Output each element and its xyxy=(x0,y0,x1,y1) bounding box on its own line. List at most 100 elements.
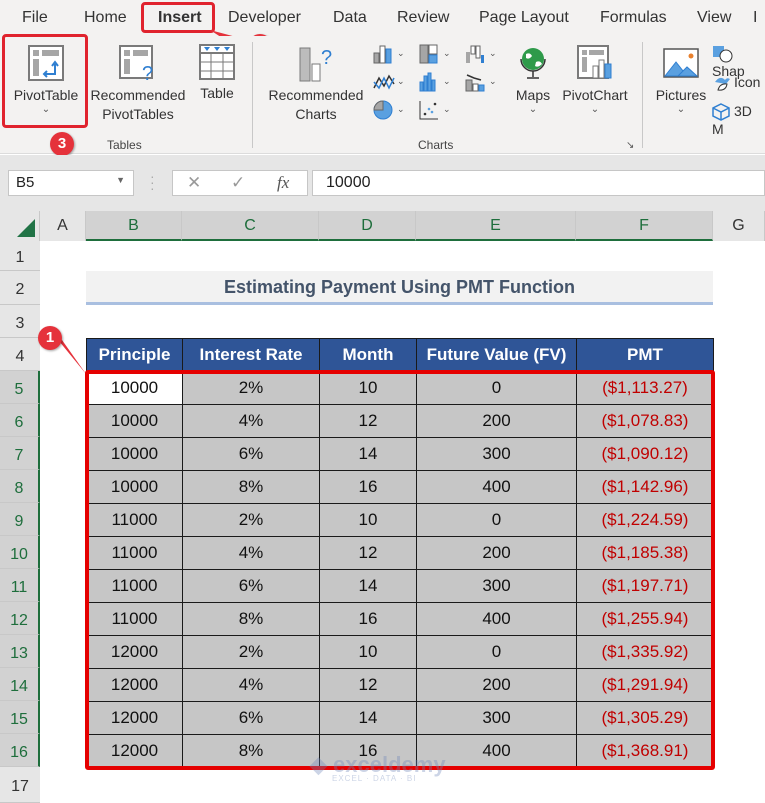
combo-chart-icon[interactable] xyxy=(465,72,485,92)
month-cell[interactable]: 12 xyxy=(319,404,417,438)
future-value-cell[interactable]: 200 xyxy=(416,536,577,570)
row-header-12[interactable]: 12 xyxy=(0,602,40,635)
interest-rate-cell[interactable]: 2% xyxy=(182,503,320,537)
cancel-icon[interactable]: ✕ xyxy=(187,173,201,193)
maps-button[interactable]: Maps ⌄ xyxy=(511,44,555,115)
chevron-down-icon[interactable]: ⌄ xyxy=(489,76,497,87)
month-cell[interactable]: 12 xyxy=(319,536,417,570)
month-cell[interactable]: 14 xyxy=(319,437,417,471)
column-header-e[interactable]: E xyxy=(416,211,576,241)
pmt-cell[interactable]: ($1,090.12) xyxy=(576,437,714,471)
month-cell[interactable]: 10 xyxy=(319,635,417,669)
month-cell[interactable]: 10 xyxy=(319,371,417,405)
formula-input[interactable]: 10000 xyxy=(312,170,765,196)
month-cell[interactable]: 16 xyxy=(319,602,417,636)
recommended-pivottables-button[interactable]: ? Recommended PivotTables xyxy=(88,44,188,124)
header-pmt[interactable]: PMT xyxy=(576,338,714,372)
principle-cell[interactable]: 10000 xyxy=(86,437,183,471)
pivotchart-button[interactable]: PivotChart ⌄ xyxy=(558,44,632,115)
month-cell[interactable]: 10 xyxy=(319,503,417,537)
column-chart-icon[interactable] xyxy=(373,44,393,64)
future-value-cell[interactable]: 200 xyxy=(416,668,577,702)
interest-rate-cell[interactable]: 2% xyxy=(182,371,320,405)
principle-cell[interactable]: 11000 xyxy=(86,569,183,603)
chevron-down-icon[interactable]: ⌄ xyxy=(443,104,451,115)
pmt-cell[interactable]: ($1,335.92) xyxy=(576,635,714,669)
row-header-15[interactable]: 15 xyxy=(0,701,40,734)
row-header-9[interactable]: 9 xyxy=(0,503,40,536)
pmt-cell[interactable]: ($1,255.94) xyxy=(576,602,714,636)
future-value-cell[interactable]: 300 xyxy=(416,569,577,603)
hierarchy-chart-icon[interactable] xyxy=(419,44,439,64)
interest-rate-cell[interactable]: 4% xyxy=(182,536,320,570)
chevron-down-icon[interactable]: ⌄ xyxy=(443,48,451,59)
chevron-down-icon[interactable]: ⌄ xyxy=(443,76,451,87)
insert-function-icon[interactable]: fx xyxy=(277,173,289,193)
future-value-cell[interactable]: 0 xyxy=(416,635,577,669)
charts-dialog-launcher-icon[interactable]: ↘ xyxy=(626,140,634,151)
chevron-down-icon[interactable]: ⌄ xyxy=(489,48,497,59)
pmt-cell[interactable]: ($1,368.91) xyxy=(576,734,714,768)
drag-handle-icon[interactable]: · · · xyxy=(150,169,155,195)
pie-chart-icon[interactable] xyxy=(373,100,393,120)
pmt-cell[interactable]: ($1,078.83) xyxy=(576,404,714,438)
interest-rate-cell[interactable]: 8% xyxy=(182,734,320,768)
principle-cell[interactable]: 12000 xyxy=(86,668,183,702)
interest-rate-cell[interactable]: 2% xyxy=(182,635,320,669)
interest-rate-cell[interactable]: 6% xyxy=(182,437,320,471)
month-cell[interactable]: 14 xyxy=(319,569,417,603)
principle-cell[interactable]: 12000 xyxy=(86,734,183,768)
pmt-cell[interactable]: ($1,113.27) xyxy=(576,371,714,405)
table-button[interactable]: Table xyxy=(194,44,240,103)
principle-cell[interactable]: 10000 xyxy=(86,470,183,504)
name-box[interactable]: B5 ▼ xyxy=(8,170,134,196)
row-header-14[interactable]: 14 xyxy=(0,668,40,701)
principle-cell[interactable]: 12000 xyxy=(86,635,183,669)
row-header-11[interactable]: 11 xyxy=(0,569,40,602)
principle-cell[interactable]: 11000 xyxy=(86,503,183,537)
3d-models-button[interactable]: 3D M xyxy=(712,103,765,137)
row-header-4[interactable]: 4 xyxy=(0,338,40,371)
pmt-cell[interactable]: ($1,305.29) xyxy=(576,701,714,735)
column-header-b[interactable]: B xyxy=(86,211,182,241)
tab-home[interactable]: Home xyxy=(84,9,127,27)
dropdown-arrow-icon[interactable]: ▼ xyxy=(116,175,125,185)
column-header-a[interactable]: A xyxy=(40,211,86,241)
icons-button[interactable]: Icon xyxy=(712,74,760,92)
tab-formulas[interactable]: Formulas xyxy=(600,9,667,27)
future-value-cell[interactable]: 200 xyxy=(416,404,577,438)
pmt-cell[interactable]: ($1,291.94) xyxy=(576,668,714,702)
chevron-down-icon[interactable]: ⌄ xyxy=(397,48,405,59)
future-value-cell[interactable]: 400 xyxy=(416,470,577,504)
month-cell[interactable]: 16 xyxy=(319,470,417,504)
header-month[interactable]: Month xyxy=(319,338,417,372)
scatter-chart-icon[interactable] xyxy=(419,100,439,120)
row-header-17[interactable]: 17 xyxy=(0,767,40,803)
row-header-1[interactable]: 1 xyxy=(0,241,40,271)
tab-file[interactable]: File xyxy=(22,9,48,27)
row-header-6[interactable]: 6 xyxy=(0,404,40,437)
line-chart-icon[interactable] xyxy=(373,72,395,92)
row-header-10[interactable]: 10 xyxy=(0,536,40,569)
principle-cell[interactable]: 11000 xyxy=(86,602,183,636)
enter-check-icon[interactable]: ✓ xyxy=(231,173,245,193)
month-cell[interactable]: 12 xyxy=(319,668,417,702)
chevron-down-icon[interactable]: ⌄ xyxy=(397,104,405,115)
principle-cell[interactable]: 11000 xyxy=(86,536,183,570)
future-value-cell[interactable]: 400 xyxy=(416,602,577,636)
header-principle[interactable]: Principle xyxy=(86,338,183,372)
tab-developer[interactable]: Developer xyxy=(228,9,301,27)
pmt-cell[interactable]: ($1,185.38) xyxy=(576,536,714,570)
row-header-16[interactable]: 16 xyxy=(0,734,40,767)
tab-overflow[interactable]: I xyxy=(753,9,757,27)
interest-rate-cell[interactable]: 8% xyxy=(182,470,320,504)
month-cell[interactable]: 14 xyxy=(319,701,417,735)
interest-rate-cell[interactable]: 8% xyxy=(182,602,320,636)
row-header-7[interactable]: 7 xyxy=(0,437,40,470)
principle-cell[interactable]: 10000 xyxy=(86,371,183,405)
select-all-button[interactable] xyxy=(0,211,40,241)
waterfall-chart-icon[interactable] xyxy=(465,44,485,64)
tab-page-layout[interactable]: Page Layout xyxy=(479,9,569,27)
interest-rate-cell[interactable]: 6% xyxy=(182,569,320,603)
row-header-3[interactable]: 3 xyxy=(0,305,40,338)
